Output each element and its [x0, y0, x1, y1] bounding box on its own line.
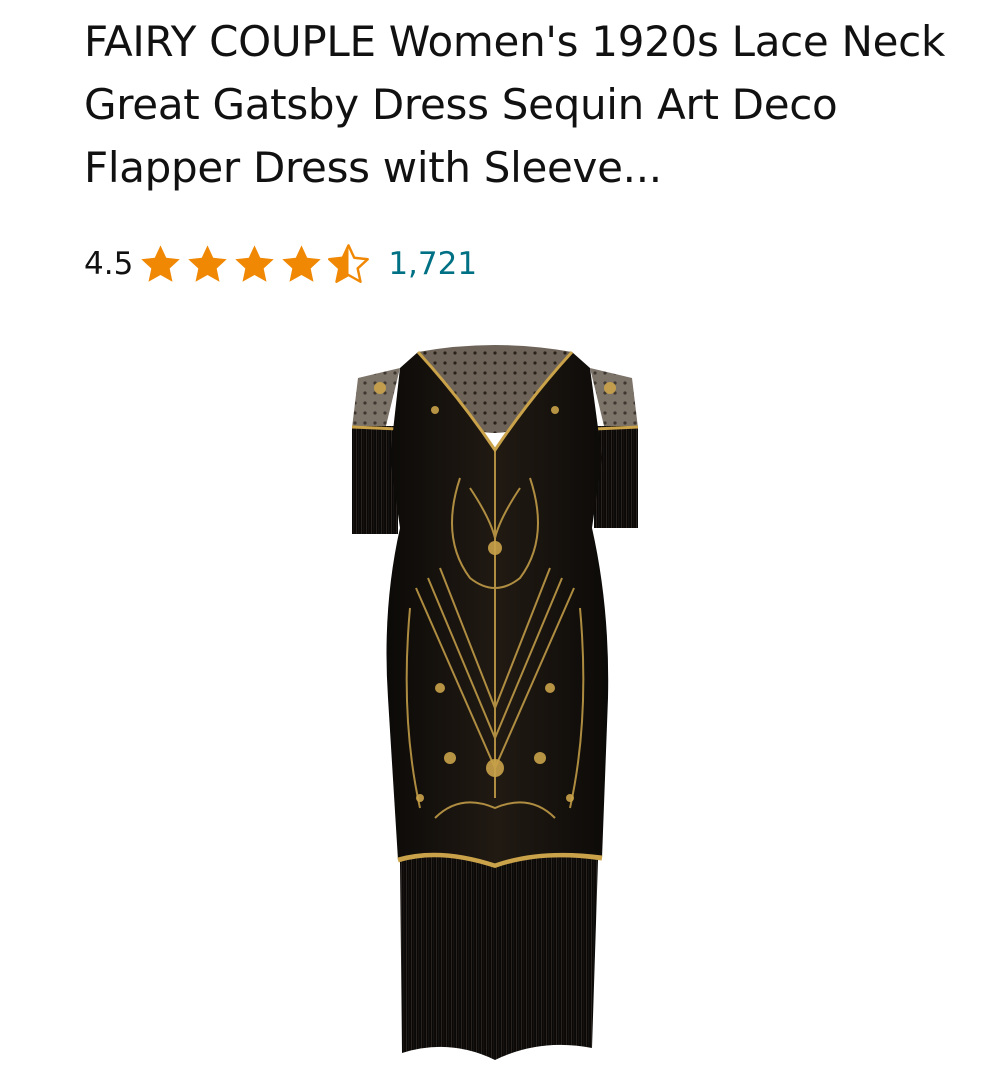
star-full-icon	[188, 244, 228, 282]
star-half-icon	[328, 243, 370, 283]
star-full-icon	[141, 244, 181, 282]
flapper-dress-image[interactable]	[340, 338, 650, 1068]
product-title[interactable]: FAIRY COUPLE Women's 1920s Lace Neck Gre…	[84, 10, 964, 199]
star-full-icon	[235, 244, 275, 282]
review-count-link[interactable]: 1,721	[388, 246, 477, 282]
rating-row[interactable]: 4.5 1,721	[84, 242, 477, 286]
star-rating[interactable]	[137, 242, 372, 287]
rating-value: 4.5	[84, 246, 134, 282]
star-full-icon	[282, 244, 322, 282]
